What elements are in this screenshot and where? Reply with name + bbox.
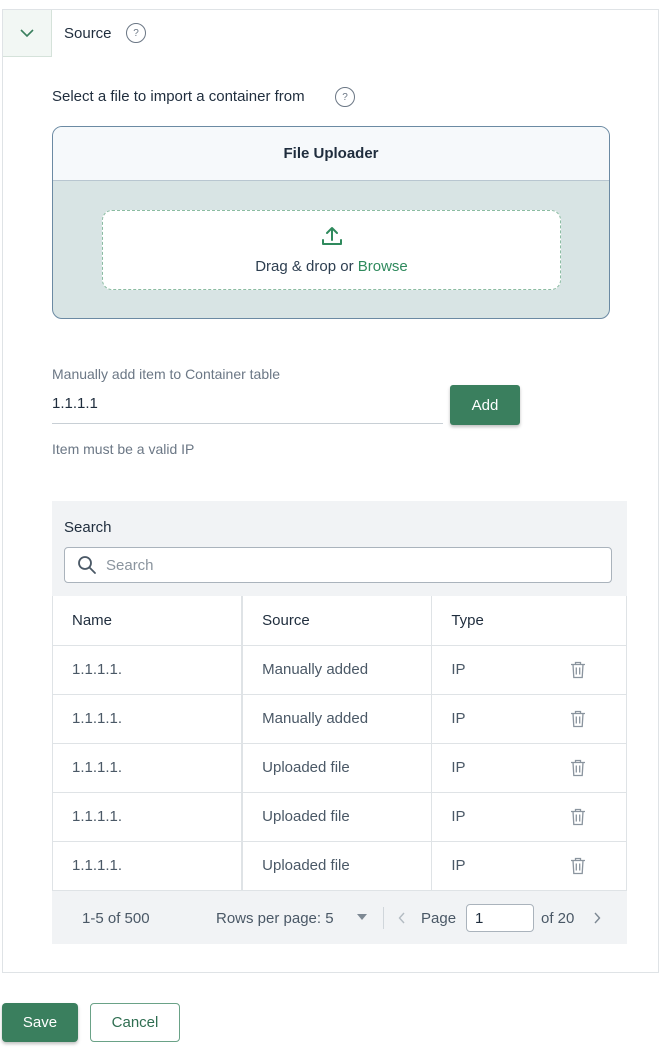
table-row: 1.1.1.1. Manually added IP [52,645,627,695]
trash-icon[interactable] [570,808,586,826]
cell-actions [556,694,627,744]
file-uploader: File Uploader Drag & drop or Browse [52,126,610,319]
cell-actions [556,645,627,695]
cancel-button[interactable]: Cancel [90,1003,180,1042]
table-row: 1.1.1.1. Uploaded file IP [52,841,627,891]
cell-name: 1.1.1.1. [52,841,244,891]
page-label: Page [421,909,457,927]
help-icon[interactable]: ? [335,87,355,107]
column-header-source[interactable]: Source [242,596,433,646]
data-table: Name Source Type 1.1.1.1. Manually added… [52,596,627,891]
cell-source: Manually added [242,645,433,695]
pagination-range: 1-5 of 500 [82,909,150,927]
caret-down-icon[interactable] [357,914,367,920]
page-total: of 20 [541,909,575,927]
cell-source: Uploaded file [242,792,433,842]
pagination: 1-5 of 500 Rows per page: 5 Page of 20 [52,892,627,944]
manual-add-hint: Item must be a valid IP [52,441,195,457]
save-button[interactable]: Save [2,1003,78,1042]
add-button[interactable]: Add [450,385,520,425]
section-title: Source [64,25,112,42]
cell-type: IP [431,841,557,891]
cell-name: 1.1.1.1. [52,792,244,842]
search-box[interactable] [64,547,612,583]
rows-per-page-select[interactable]: Rows per page: 5 [216,910,334,927]
search-icon [78,556,96,574]
manual-add-label: Manually add item to Container table [52,366,281,382]
trash-icon[interactable] [570,710,586,728]
table-header-row: Name Source Type [52,596,627,646]
cell-name: 1.1.1.1. [52,743,244,793]
manual-add-input[interactable] [52,392,443,424]
table-row: 1.1.1.1. Manually added IP [52,694,627,744]
search-input[interactable] [106,548,606,582]
drop-instruction: Drag & drop or [255,258,358,275]
search-label: Search [64,519,112,536]
dropzone-text: Drag & drop or Browse [103,258,560,275]
cell-source: Manually added [242,694,433,744]
source-panel: Source ? Select a file to import a conta… [2,9,659,973]
browse-link[interactable]: Browse [358,258,408,275]
table-row: 1.1.1.1. Uploaded file IP [52,792,627,842]
cell-actions [556,743,627,793]
dropzone[interactable]: Drag & drop or Browse [102,210,561,290]
trash-icon[interactable] [570,759,586,777]
cell-type: IP [431,792,557,842]
chevron-down-icon [20,28,34,37]
cell-actions [556,841,627,891]
cell-source: Uploaded file [242,841,433,891]
section-header: Source ? [3,10,659,57]
upload-icon [322,227,342,245]
table-row: 1.1.1.1. Uploaded file IP [52,743,627,793]
chevron-left-icon[interactable] [398,912,406,924]
cell-type: IP [431,743,557,793]
container-table: Search Name Source Type 1.1.1.1. Man [52,501,627,944]
file-uploader-title: File Uploader [53,127,609,181]
chevron-right-icon[interactable] [593,912,601,924]
collapse-toggle-button[interactable] [3,10,52,57]
cell-type: IP [431,645,557,695]
column-header-name[interactable]: Name [52,596,244,646]
cell-type: IP [431,694,557,744]
page-number-input[interactable] [466,904,534,932]
column-header-actions [556,596,627,646]
cell-name: 1.1.1.1. [52,645,244,695]
trash-icon[interactable] [570,857,586,875]
cell-name: 1.1.1.1. [52,694,244,744]
trash-icon[interactable] [570,661,586,679]
cell-actions [556,792,627,842]
pagination-divider [383,907,384,929]
import-label: Select a file to import a container from [52,88,305,105]
help-icon[interactable]: ? [126,23,146,43]
cell-source: Uploaded file [242,743,433,793]
column-header-type[interactable]: Type [431,596,557,646]
